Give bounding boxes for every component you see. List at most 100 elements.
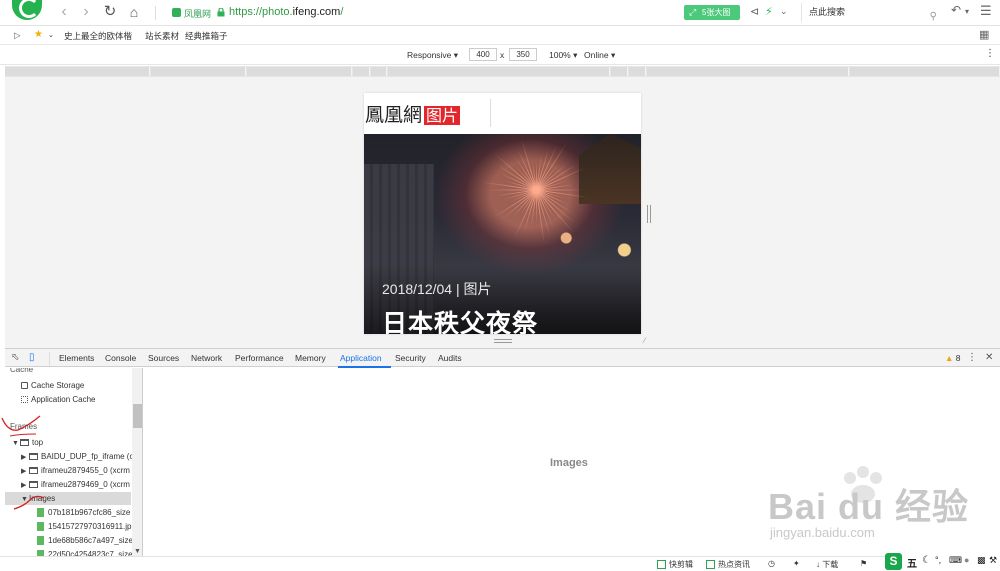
images-panel-title: Images [550, 457, 588, 469]
back-icon[interactable]: ‹ [54, 3, 74, 23]
device-toolbar: Responsive ▾ 400 x 350 100% ▾ Online ▾ ⋮ [0, 45, 1000, 65]
resize-handle-corner[interactable]: ∕ [644, 337, 652, 345]
tab-sources[interactable]: Sources [148, 353, 179, 363]
big-image-button[interactable]: 5张大图 [684, 5, 740, 20]
keyboard-icon[interactable]: ⌨ [949, 555, 962, 566]
zoom-select[interactable]: 100% ▾ [549, 50, 577, 61]
resize-handle-bottom[interactable] [494, 339, 512, 343]
tab-audits[interactable]: Audits [438, 353, 462, 363]
close-devtools-icon[interactable]: ✕ [985, 352, 993, 363]
url-suffix: / [340, 6, 344, 18]
bookmark-item-3[interactable]: 经典推箱子 [185, 30, 228, 42]
tab-application[interactable]: Application [340, 353, 382, 363]
devtools-more-icon[interactable]: ⋮ [967, 352, 977, 363]
news-button[interactable]: 热点资讯 [706, 559, 750, 570]
tab-performance[interactable]: Performance [235, 353, 284, 363]
ifeng-logo[interactable]: 鳳凰網 图片 [365, 100, 461, 127]
scrollbar-thumb[interactable] [133, 404, 142, 428]
network-label: Online [584, 50, 609, 60]
sidebar-item-image-2[interactable]: 15415727970316911.jp [37, 520, 142, 533]
reload-icon[interactable]: ↻ [100, 3, 120, 23]
browser-toolbar: ‹ › ↻ ⌂ 凤凰网 https://photo.ifeng.com/ 5张大… [0, 0, 1000, 26]
user-icon[interactable]: ● [964, 555, 969, 565]
moon-icon[interactable]: ☾ [922, 555, 931, 566]
download-button[interactable]: ↓ 下载 [816, 559, 838, 570]
fireworks-photo[interactable]: 2018/12/04 | 图片 日本秩父夜祭 [364, 134, 641, 334]
search-input[interactable]: 点此搜索 ⚲ [801, 3, 943, 22]
device-mode-label: Responsive [407, 50, 452, 60]
clip-label: 快剪辑 [669, 560, 693, 569]
scroll-down-icon[interactable]: ▼ [134, 548, 141, 555]
tab-elements[interactable]: Elements [59, 353, 94, 363]
bookmark-bar: ▷ ★ ⌄ 史上最全的欧体楷 站长素材 经典推箱子 ▦ [0, 26, 1000, 45]
height-input[interactable]: 350 [509, 48, 537, 61]
warning-icon: ▲ [945, 353, 954, 363]
warning-badge[interactable]: ▲ 8 [945, 353, 961, 363]
media-query-ruler[interactable] [5, 66, 1000, 77]
image-2-label: 15415727970316911.jp [48, 522, 132, 531]
pin-icon[interactable]: ✦ [793, 559, 800, 568]
sidebar-item-cache-storage[interactable]: Cache Storage [21, 379, 142, 392]
site-favicon-icon [172, 8, 181, 17]
lock-icon[interactable] [217, 8, 225, 17]
search-icon[interactable]: ⚲ [930, 7, 937, 26]
dimension-separator: x [500, 50, 505, 60]
chevron-down-icon[interactable]: ⌄ [780, 6, 788, 17]
network-throttle-select[interactable]: Online ▾ [584, 50, 615, 61]
bookmark-item-2[interactable]: 站长素材 [145, 30, 179, 42]
home-icon[interactable]: ⌂ [124, 3, 144, 23]
input-method-toolbar[interactable]: S 五 ☾ °, ⌨ ● ▩ ⚒ [885, 553, 1000, 571]
sidebar-toggle-icon[interactable]: ▷ [14, 30, 21, 41]
sidebar-item-image-1[interactable]: 07b181b967cfc86_size [37, 506, 142, 519]
forward-icon[interactable]: › [76, 3, 96, 23]
sidebar-item-image-4[interactable]: 22d50c4254823c7_size [37, 548, 142, 556]
annotation-marks [1, 415, 45, 510]
status-bar: 快剪辑 热点资讯 ◷ ✦ ↓ 下载 ⚑ [0, 556, 1000, 571]
sidebar-item-image-3[interactable]: 1de68b586c7a497_size [37, 534, 142, 547]
clip-button[interactable]: 快剪辑 [657, 559, 693, 570]
sidebar-scrollbar[interactable]: ▼ [132, 368, 142, 556]
tab-network[interactable]: Network [191, 353, 222, 363]
device-more-icon[interactable]: ⋮ [985, 48, 995, 59]
article-title[interactable]: 日本秩父夜祭 [382, 304, 538, 334]
share-icon[interactable]: ⊲ [750, 5, 759, 18]
speed-icon[interactable]: ◷ [768, 559, 775, 568]
punctuation-icon[interactable]: °, [935, 555, 941, 565]
application-cache-label: Application Cache [31, 395, 96, 404]
grid-icon [21, 396, 28, 403]
apps-grid-icon[interactable]: ▦ [979, 28, 989, 41]
sidebar-item-application-cache[interactable]: Application Cache [21, 393, 142, 406]
lightning-icon[interactable]: ⚡ [765, 5, 773, 18]
menu-icon[interactable]: ☰ [980, 3, 992, 19]
flag-icon[interactable]: ⚑ [860, 559, 867, 568]
tools-icon[interactable]: ⚒ [989, 555, 997, 566]
device-toggle-icon[interactable]: ▯ [29, 352, 35, 363]
ime-logo-icon[interactable]: S [885, 553, 902, 570]
photo-pagoda [579, 134, 641, 204]
ime-mode[interactable]: 五 [907, 555, 917, 570]
logo-divider [490, 99, 491, 127]
undo-menu-icon[interactable]: ▾ [965, 7, 969, 16]
favorites-star-icon[interactable]: ★ [34, 29, 43, 40]
tab-security[interactable]: Security [395, 353, 426, 363]
browser-logo-icon[interactable] [12, 0, 42, 20]
resize-handle-right[interactable] [647, 205, 651, 223]
address-bar[interactable]: https://photo.ifeng.com/ [229, 6, 343, 18]
zoom-label: 100% [549, 50, 571, 60]
bookmark-item-1[interactable]: 史上最全的欧体楷 [64, 30, 132, 42]
undo-icon[interactable]: ↶ [951, 3, 961, 17]
skin-icon[interactable]: ▩ [977, 555, 986, 566]
cache-storage-label: Cache Storage [31, 381, 85, 390]
database-icon [21, 382, 28, 389]
tab-console[interactable]: Console [105, 353, 136, 363]
favorites-dropdown-icon[interactable]: ⌄ [48, 31, 54, 39]
tab-memory[interactable]: Memory [295, 353, 326, 363]
page-preview[interactable]: 鳳凰網 图片 2018/12/04 | 图片 日本秩父夜祭 [364, 93, 641, 334]
site-name: 凤凰网 [184, 9, 212, 19]
device-mode-select[interactable]: Responsive ▾ [407, 50, 458, 61]
image-file-icon [37, 522, 44, 531]
warning-count: 8 [955, 353, 961, 363]
inspect-element-icon[interactable]: ⬁ [11, 352, 19, 363]
news-label: 热点资讯 [718, 560, 750, 569]
width-input[interactable]: 400 [469, 48, 497, 61]
